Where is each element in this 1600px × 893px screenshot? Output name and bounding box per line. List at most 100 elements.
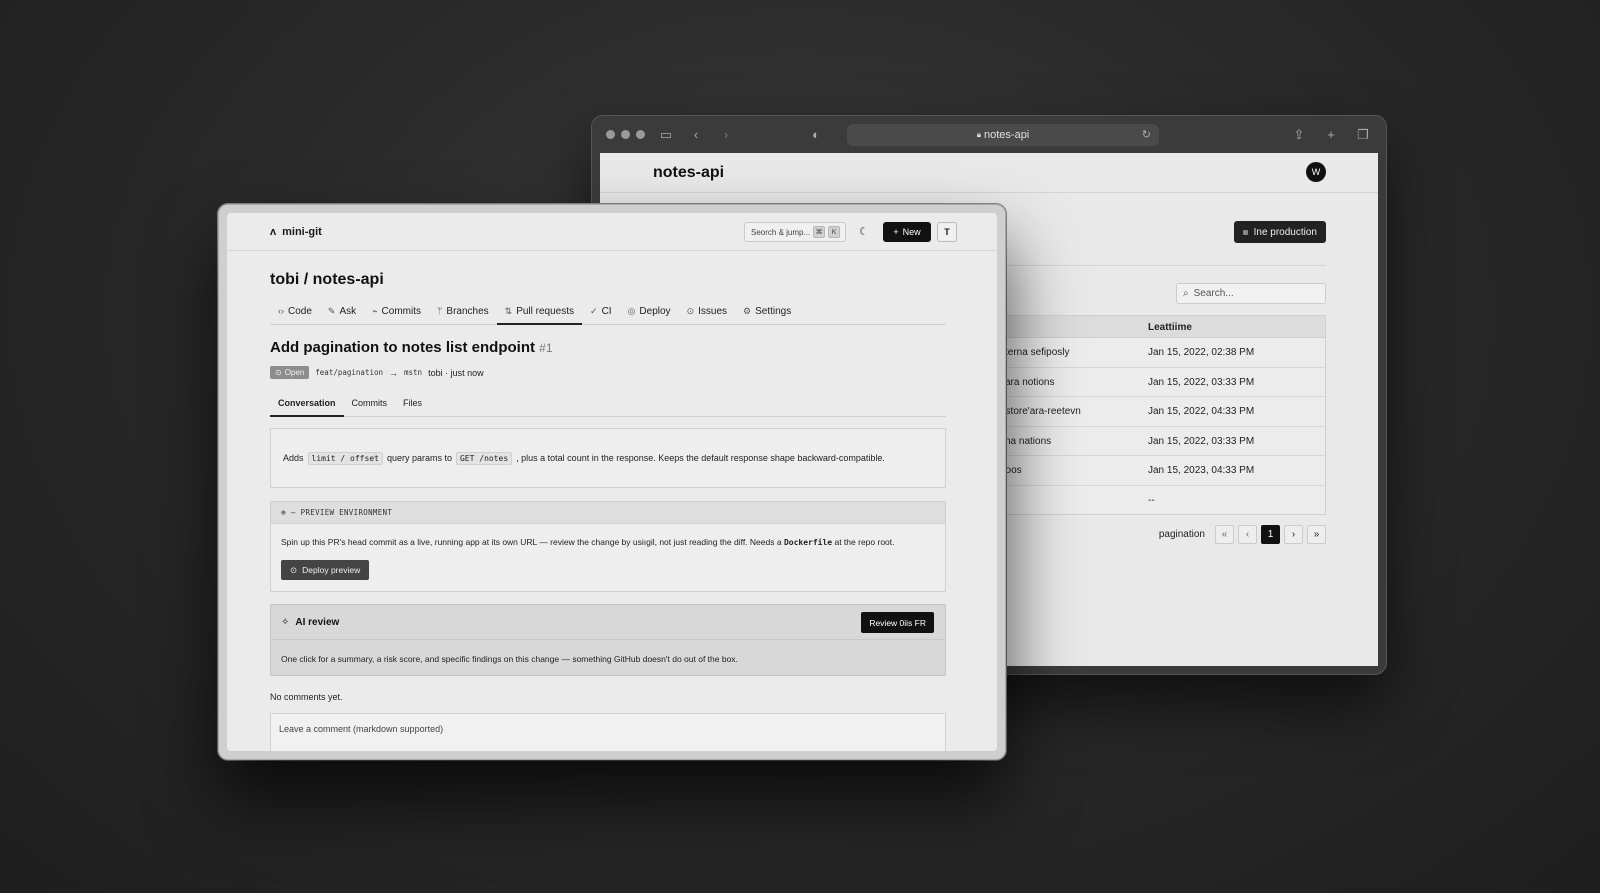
no-comments-text: No comments yet. — [270, 692, 343, 702]
zoom-dot[interactable] — [636, 130, 645, 139]
ai-review-header: ✧ AI review — [271, 605, 945, 640]
reload-icon[interactable]: ↻ — [1142, 128, 1151, 141]
table-header: Leattiime — [991, 316, 1325, 338]
tab-label: CI — [601, 306, 612, 317]
page-number[interactable]: 1 — [1261, 525, 1280, 544]
browser-toolbar: ▭ ‹ › ◐ 🔒︎ notes-api ↻ ⇪ + ❐ — [592, 116, 1386, 153]
tab-settings[interactable]: ⚙ Settings — [735, 301, 799, 325]
tab-ask[interactable]: ✎ Ask — [320, 301, 364, 325]
status-label: Open — [284, 368, 305, 377]
tab-deploy[interactable]: ◎ Deploy — [620, 301, 679, 325]
url-bar[interactable]: 🔒︎ notes-api ↻ — [847, 123, 1159, 146]
tab-label: Ask — [339, 306, 357, 317]
globe-icon: ⊕ — [281, 508, 286, 517]
deploy-icon: ◎ — [627, 306, 636, 316]
row-time: Jan 15, 2023, 04:33 PM — [1148, 465, 1255, 476]
close-dot[interactable] — [606, 130, 615, 139]
brand[interactable]: ᴧ mini-git — [270, 226, 322, 238]
check-icon: ✓ — [590, 306, 598, 316]
deploy-preview-label: Deploy preview — [302, 565, 361, 575]
row-time: Jan 15, 2022, 03:33 PM — [1148, 435, 1255, 447]
deploy-preview-button[interactable]: ⊙ Deploy preview — [281, 560, 370, 580]
source-branch[interactable]: feat/pagination — [315, 368, 383, 377]
brand-name: mini-git — [282, 226, 322, 238]
tab-commits[interactable]: ⌁ Commits — [364, 301, 429, 325]
pr-number: #1 — [539, 341, 553, 355]
status-square-icon — [1242, 229, 1248, 235]
back-search-input[interactable]: ⌕ Search... — [1176, 283, 1326, 304]
first-page-icon[interactable]: « — [1215, 525, 1234, 544]
tab-label: Code — [288, 306, 312, 317]
pr-description: Adds limit / offset query params to GET … — [270, 428, 946, 488]
tab-conversation[interactable]: Conversation — [270, 394, 344, 417]
table-row[interactable]: sna nations Jan 15, 2022, 03:33 PM — [991, 427, 1325, 456]
back-arrow-icon[interactable]: ‹ — [687, 127, 705, 142]
tab-label: Settings — [755, 306, 792, 317]
row-time: Jan 15, 2022, 03:33 PM — [1148, 376, 1255, 388]
pr-title-text: Add pagination to notes list endpoint — [270, 339, 535, 356]
table-row[interactable]: cara notions Jan 15, 2022, 03:33 PM — [991, 368, 1325, 397]
preview-text: at the repo root. — [834, 537, 895, 547]
review-pr-button[interactable]: Review 0iis FR — [861, 612, 934, 633]
user-menu-button[interactable]: T — [937, 222, 957, 242]
row-time: -- — [1148, 494, 1155, 506]
last-page-icon[interactable]: » — [1307, 525, 1326, 544]
search-jump-placeholder: Seorch & jump... — [751, 227, 811, 237]
deployments-table: Leattiime sterna sefiposly Jan 15, 2022, … — [990, 315, 1326, 515]
column-header: Leattiime — [1148, 322, 1192, 333]
tab-ci[interactable]: ✓ CI — [582, 301, 620, 325]
table-row[interactable]: ostore'ara-reetevn Jan 15, 2022, 04:33 PM — [991, 397, 1325, 427]
window-controls[interactable] — [606, 130, 645, 139]
comment-input[interactable]: Leave a comment (markdown supported) — [270, 713, 946, 751]
row-name: sna nations — [1000, 435, 1052, 447]
search-placeholder: Search... — [1193, 288, 1234, 299]
share-icon[interactable]: ⇪ — [1290, 127, 1308, 143]
desc-code: limit / offset — [307, 451, 383, 465]
forward-arrow-icon[interactable]: › — [717, 127, 735, 142]
new-tab-icon[interactable]: + — [1322, 127, 1340, 143]
branch-icon: ᛘ — [437, 306, 443, 316]
row-name: cara notions — [1000, 376, 1055, 388]
repo-title: tobi / notes-api — [270, 271, 384, 288]
search-jump-input[interactable]: Seorch & jump... ⌘ K — [744, 222, 846, 242]
arrow-icon: → — [389, 367, 399, 378]
tab-branches[interactable]: ᛘ Branches — [429, 301, 497, 325]
status-badge: ⊙ Open — [270, 366, 310, 379]
next-page-icon[interactable]: › — [1284, 525, 1303, 544]
tab-issues[interactable]: ⊙ Issues — [679, 301, 735, 325]
minimize-dot[interactable] — [621, 130, 630, 139]
production-button-label: Ine production — [1253, 226, 1317, 238]
table-row[interactable]: -- — [991, 486, 1325, 516]
code-icon: ‹› — [278, 306, 284, 316]
preview-text: Spin up this PR's head commit as a live,… — [281, 537, 782, 547]
tab-label: Branches — [446, 306, 489, 317]
target-branch[interactable]: mstn — [404, 368, 422, 377]
pull-request-icon: ⇅ — [504, 306, 513, 316]
tab-code[interactable]: ‹› Code — [270, 301, 320, 325]
shield-icon[interactable]: ◐ — [807, 127, 825, 142]
tab-pr-commits[interactable]: Commits — [344, 394, 396, 417]
ai-review-description: One click for a summary, a risk score, a… — [281, 654, 738, 664]
moon-icon[interactable]: ☾ — [859, 225, 869, 238]
table-row[interactable]: boos Jan 15, 2023, 04:33 PM — [991, 456, 1325, 486]
ai-review-title: AI review — [295, 616, 340, 628]
desc-code: GET /notes — [455, 451, 513, 465]
row-time: Jan 15, 2022, 04:33 PM — [1148, 406, 1255, 417]
desc-text: , plus a total count in the response. Ke… — [516, 453, 885, 463]
preview-heading: PREVIEW ENVIRONMENT — [300, 508, 393, 517]
new-button-label: New — [902, 227, 921, 237]
new-button[interactable]: + New — [883, 222, 931, 242]
lock-icon: 🔒︎ — [976, 129, 981, 139]
tab-pull-requests[interactable]: ⇅ Pull requests — [496, 301, 583, 325]
pagination: pagination « ‹ 1 › » — [1159, 525, 1326, 544]
prev-page-icon[interactable]: ‹ — [1238, 525, 1257, 544]
tab-files[interactable]: Files — [395, 394, 430, 417]
production-button[interactable]: Ine production — [1233, 221, 1326, 243]
tab-label: Deploy — [639, 306, 671, 317]
avatar[interactable]: W — [1306, 162, 1326, 182]
table-row[interactable]: sterna sefiposly Jan 15, 2022, 02:38 PM — [991, 338, 1325, 368]
tabs-overview-icon[interactable]: ❐ — [1354, 127, 1372, 143]
desc-text: Adds — [283, 453, 304, 463]
sidebar-icon[interactable]: ▭ — [657, 127, 675, 143]
back-page-title: notes-api — [600, 153, 1378, 193]
